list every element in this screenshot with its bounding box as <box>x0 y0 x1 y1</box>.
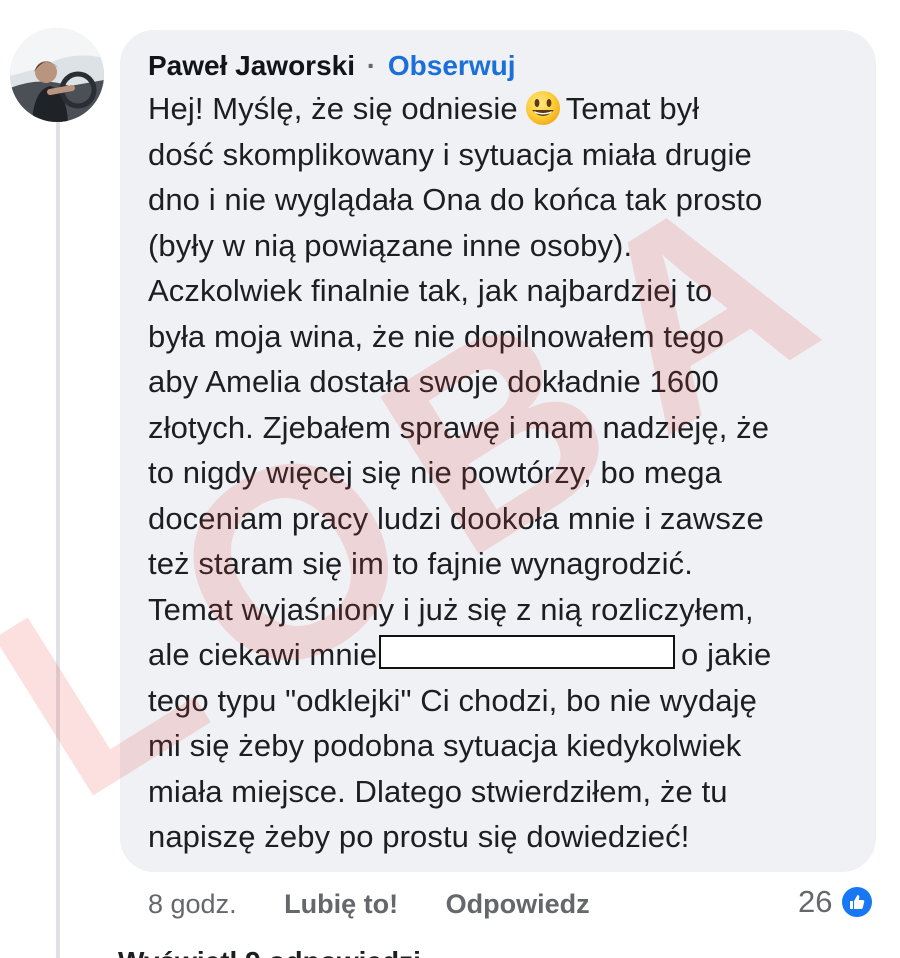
comment-line-12: Temat wyjaśniony i już się z nią rozlicz… <box>148 591 754 627</box>
comment-line-16: miała miejsce. Dlatego stwierdziłem, że … <box>148 773 728 809</box>
comment-line-1-text: Hej! Myślę, że się odniesie <box>148 91 518 126</box>
view-replies-link[interactable]: Wyświetl 9 odpowiedzi <box>118 944 421 958</box>
comment-line-8: złotych. Zjebałem sprawę i mam nadzieję,… <box>148 409 770 445</box>
comment-line-11: też staram się im to fajnie wynagrodzić. <box>148 546 693 581</box>
comment-body: Hej! Myślę, że się odniesie Temat był doś… <box>148 86 868 860</box>
comment-line-13-text: ale ciekawi mnie <box>148 637 378 672</box>
follow-button[interactable]: Obserwuj <box>388 50 516 81</box>
header-separator: · <box>366 50 377 81</box>
comment-line-15: mi się żeby podobna sytuacja kiedykolwie… <box>148 728 742 763</box>
comment-line-7: aby Amelia dostała swoje dokładnie 1600 <box>148 364 719 399</box>
like-button[interactable]: Lubię to! <box>284 889 398 919</box>
thumbs-up-icon <box>840 885 875 919</box>
comment-line-9: to nigdy więcej się nie powtórzy, bo meg… <box>148 455 722 490</box>
comment-actions: 8 godz. Lubię to! Odpowiedz <box>148 884 590 924</box>
comment-line-14: tego typu "odklejki" Ci chodzi, bo nie w… <box>148 682 757 718</box>
reaction-summary[interactable]: 26 <box>798 882 875 922</box>
comment-header: Paweł Jaworski · Obserwuj <box>148 48 516 84</box>
comment-screenshot: Paweł Jaworski · Obserwuj Hej! Myślę, że… <box>0 0 900 958</box>
profile-photo-icon <box>10 28 104 122</box>
comment-line-3: dno i nie wyglądała Ona do końca tak pro… <box>148 182 763 217</box>
comment-line-13: ale ciekawi mnie o jakie <box>148 632 868 678</box>
comment-line-2: dość skomplikowany i sytuacja miała drug… <box>148 136 752 172</box>
reaction-count: 26 <box>798 884 833 919</box>
author-name[interactable]: Paweł Jaworski <box>148 50 355 81</box>
comment-line-6: była moja wina, że nie dopilnowałem tego <box>148 318 725 354</box>
comment-line-13-tail: o jakie <box>681 637 772 672</box>
comment-line-5: Aczkolwiek finalnie tak, jak najbardziej… <box>148 273 713 308</box>
comment-line-17: napiszę żeby po prostu się dowiedzieć! <box>148 819 690 854</box>
redaction-box <box>379 635 676 669</box>
comment-line-1-tail: Temat był <box>565 91 700 126</box>
thread-connector-line <box>56 122 60 958</box>
comment-line-4: (były w nią powiązane inne osoby). <box>148 227 633 263</box>
grinning-face-emoji-icon <box>524 89 562 127</box>
author-avatar[interactable] <box>10 28 104 122</box>
comment-line-10: doceniam pracy ludzi dookoła mnie i zaws… <box>148 500 764 536</box>
reply-button[interactable]: Odpowiedz <box>446 889 590 919</box>
comment-line-1: Hej! Myślę, że się odniesie Temat był <box>148 86 868 132</box>
comment-timestamp[interactable]: 8 godz. <box>148 889 237 919</box>
